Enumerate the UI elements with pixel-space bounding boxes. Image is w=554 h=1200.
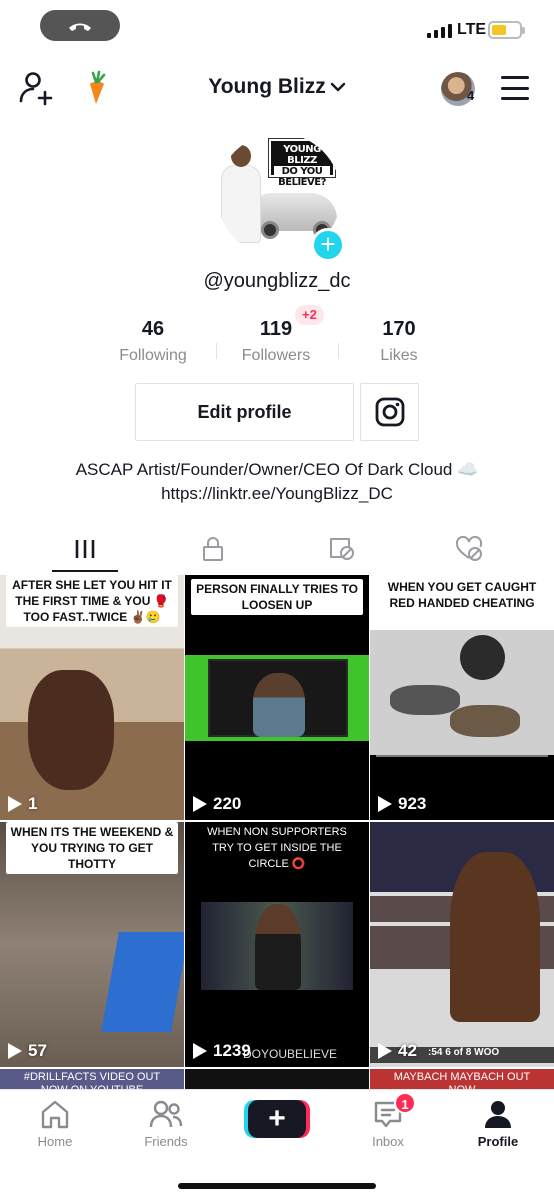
tab-liked[interactable] bbox=[400, 525, 538, 573]
video-caption: #DRILLFACTS VIDEO OUT NOW ON YOUTUBE bbox=[23, 1071, 161, 1089]
play-icon bbox=[378, 796, 392, 812]
video-caption: MAYBACH MAYBACH OUT NOW bbox=[393, 1071, 531, 1089]
status-bar: LTE bbox=[0, 0, 554, 52]
play-icon bbox=[8, 1043, 22, 1059]
profile-tabs bbox=[0, 525, 554, 573]
video-thumbnail[interactable] bbox=[185, 1069, 369, 1089]
play-icon bbox=[378, 1043, 392, 1059]
add-photo-button[interactable]: + bbox=[311, 228, 345, 262]
create-video-button[interactable]: + bbox=[248, 1100, 306, 1138]
following-stat[interactable]: 46 Following bbox=[93, 318, 213, 365]
video-thumbnail[interactable]: WHEN YOU GET CAUGHT RED HANDED CHEATING … bbox=[370, 575, 554, 820]
video-caption: AFTER SHE LET YOU HIT IT THE FIRST TIME … bbox=[6, 575, 178, 627]
menu-icon[interactable] bbox=[501, 76, 529, 100]
repost-hidden-icon bbox=[330, 538, 354, 560]
avatar-sign: YOUNG BLIZZ DO YOU BELIEVE? bbox=[268, 138, 336, 188]
video-thumbnail[interactable]: MAYBACH MAYBACH OUT NOW bbox=[370, 1069, 554, 1089]
video-caption: PERSON FINALLY TRIES TO LOOSEN UP bbox=[191, 579, 363, 615]
video-thumbnail[interactable]: WHEN NON SUPPORTERS TRY TO GET INSIDE TH… bbox=[185, 822, 369, 1067]
chevron-down-icon bbox=[330, 83, 345, 92]
followers-stat[interactable]: 119 Followers bbox=[216, 318, 336, 365]
view-count: 1 bbox=[8, 794, 37, 814]
view-count: 42 bbox=[378, 1041, 417, 1061]
video-thumbnail[interactable]: 42 :54 6 of 8 WOO bbox=[370, 822, 554, 1067]
play-icon bbox=[193, 796, 207, 812]
profile-icon bbox=[485, 1101, 511, 1128]
heart-hidden-icon bbox=[455, 536, 483, 561]
view-count: 220 bbox=[193, 794, 241, 814]
home-icon bbox=[41, 1100, 69, 1129]
video-thumbnail[interactable]: #DRILLFACTS VIDEO OUT NOW ON YOUTUBE bbox=[0, 1069, 184, 1089]
play-icon bbox=[8, 796, 22, 812]
view-count: 57 bbox=[8, 1041, 47, 1061]
video-caption: WHEN YOU GET CAUGHT RED HANDED CHEATING bbox=[376, 577, 548, 613]
tab-videos[interactable] bbox=[16, 525, 154, 573]
tab-reposts[interactable] bbox=[273, 525, 411, 573]
profile-handle: @youngblizz_dc bbox=[203, 270, 351, 292]
friends-avatar-count: 4 bbox=[467, 88, 475, 103]
video-caption: WHEN NON SUPPORTERS TRY TO GET INSIDE TH… bbox=[207, 826, 347, 870]
instagram-button[interactable] bbox=[360, 383, 419, 441]
likes-stat[interactable]: 170 Likes bbox=[339, 318, 459, 365]
phone-hangup-icon bbox=[69, 23, 91, 31]
video-thumbnail[interactable]: AFTER SHE LET YOU HIT IT THE FIRST TIME … bbox=[0, 575, 184, 820]
instagram-icon bbox=[375, 397, 404, 427]
account-name: Young Blizz bbox=[208, 75, 326, 98]
video-thumbnail[interactable]: WHEN ITS THE WEEKEND & YOU TRYING TO GET… bbox=[0, 822, 184, 1067]
profile-stats: 46 Following 119 Followers 170 Likes bbox=[0, 318, 554, 368]
bio-link[interactable]: https://linktr.ee/YoungBlizz_DC bbox=[0, 482, 554, 506]
bio-text: ASCAP Artist/Founder/Owner/CEO Of Dark C… bbox=[75, 460, 479, 479]
nav-profile[interactable]: Profile bbox=[443, 1098, 553, 1149]
view-count: 923 bbox=[378, 794, 426, 814]
video-caption: WHEN ITS THE WEEKEND & YOU TRYING TO GET… bbox=[6, 822, 178, 874]
friends-icon bbox=[149, 1100, 183, 1128]
network-type: LTE bbox=[457, 21, 487, 38]
new-followers-badge: +2 bbox=[295, 305, 324, 325]
profile-header: Young Blizz 4 bbox=[0, 62, 554, 114]
video-grid: AFTER SHE LET YOU HIT IT THE FIRST TIME … bbox=[0, 575, 554, 1089]
video-overlay-text: :54 6 of 8 WOO bbox=[428, 1047, 500, 1058]
call-indicator[interactable] bbox=[40, 10, 120, 41]
tab-private[interactable] bbox=[144, 525, 282, 573]
nav-inbox[interactable]: Inbox bbox=[333, 1098, 443, 1149]
grid-icon bbox=[75, 540, 95, 558]
profile-bio: ASCAP Artist/Founder/Owner/CEO Of Dark C… bbox=[0, 458, 554, 506]
active-tab-indicator bbox=[52, 570, 118, 572]
video-thumbnail[interactable]: PERSON FINALLY TRIES TO LOOSEN UP 220 bbox=[185, 575, 369, 820]
battery-icon bbox=[488, 21, 525, 39]
nav-friends[interactable]: Friends bbox=[111, 1098, 221, 1149]
video-overlay-text: DOYOUBELIEVE bbox=[243, 1047, 338, 1061]
lock-icon bbox=[203, 537, 223, 561]
nav-home[interactable]: Home bbox=[0, 1098, 110, 1149]
home-indicator bbox=[178, 1183, 376, 1189]
signal-strength-icon bbox=[427, 24, 452, 38]
inbox-unread-badge: 1 bbox=[394, 1092, 416, 1114]
play-icon bbox=[193, 1043, 207, 1059]
edit-profile-button[interactable]: Edit profile bbox=[135, 383, 354, 441]
